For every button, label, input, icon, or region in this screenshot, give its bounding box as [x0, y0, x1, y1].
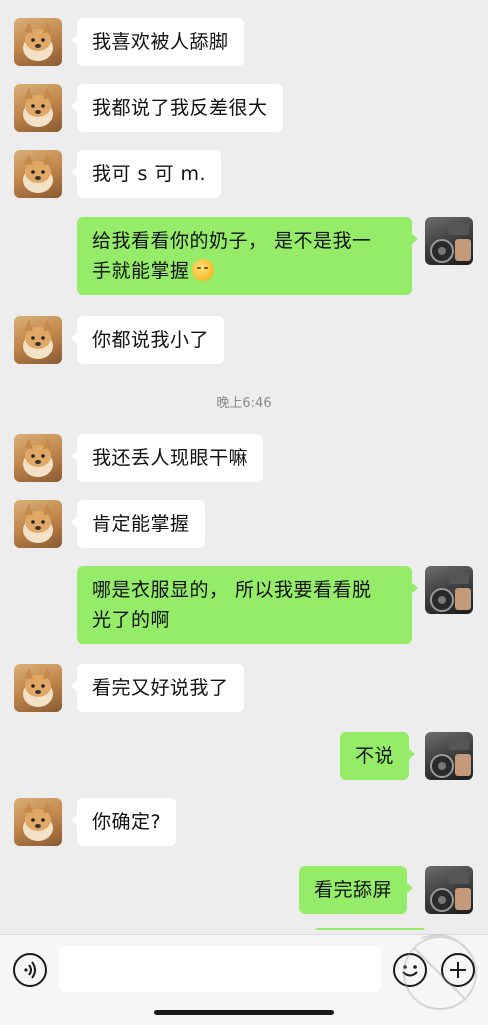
message-text-line: 给我看看你的奶子， 是不是我一 — [92, 230, 372, 252]
incoming-message[interactable]: 肯定能掌握 — [71, 500, 205, 548]
my-avatar[interactable] — [425, 217, 473, 265]
message-text: 肯定能掌握 — [92, 513, 190, 535]
my-avatar[interactable] — [425, 566, 473, 614]
contact-avatar[interactable] — [14, 798, 62, 846]
incoming-message[interactable]: 你都说我小了 — [70, 316, 225, 364]
contact-avatar[interactable] — [14, 316, 62, 364]
incoming-message[interactable]: 你确定? — [70, 798, 177, 846]
home-indicator — [154, 1010, 334, 1015]
contact-avatar[interactable] — [14, 18, 62, 66]
message-text: 不说 — [355, 745, 395, 767]
message-text-line: 手就能掌握 — [92, 256, 397, 286]
message-timestamp: 晚上6:46 — [216, 396, 272, 411]
contact-avatar[interactable] — [14, 434, 62, 482]
message-input[interactable] — [59, 946, 381, 992]
incoming-message[interactable]: 看完又好说我了 — [71, 664, 244, 712]
outgoing-message[interactable]: 哪是衣服显的， 所以我要看看脱 光了的啊 — [77, 566, 418, 644]
message-text: 我喜欢被人舔脚 — [92, 31, 229, 53]
outgoing-message[interactable]: 看完舔屏 — [299, 866, 414, 914]
message-text: 我还丢人现眼干嘛 — [92, 447, 249, 469]
voice-input-icon[interactable] — [13, 953, 47, 987]
message-text: 你确定? — [92, 811, 162, 833]
message-text: 我可 s 可 m. — [92, 163, 207, 185]
incoming-message[interactable]: 我可 s 可 m. — [70, 150, 222, 198]
contact-avatar[interactable] — [14, 500, 62, 548]
message-text: 看完又好说我了 — [92, 677, 229, 699]
my-avatar[interactable] — [425, 732, 473, 780]
watermark-logo — [403, 934, 477, 1010]
outgoing-message[interactable]: 不说 — [340, 732, 416, 780]
contact-avatar[interactable] — [14, 84, 62, 132]
message-text: 看完舔屏 — [314, 879, 393, 901]
hugging-face-emoji-icon — [191, 259, 214, 281]
my-avatar[interactable] — [425, 866, 473, 914]
message-text: 你都说我小了 — [92, 329, 210, 351]
message-text-line: 哪是衣服显的， 所以我要看看脱 — [92, 579, 372, 601]
contact-avatar[interactable] — [14, 664, 62, 712]
incoming-message[interactable]: 我喜欢被人舔脚 — [71, 18, 244, 66]
chat-message-list[interactable]: 我喜欢被人舔脚 我都说了我反差很大 我可 s 可 m. 给我看看你的奶子， 是不… — [0, 0, 488, 930]
incoming-message[interactable]: 我还丢人现眼干嘛 — [70, 434, 264, 482]
outgoing-message[interactable]: 给我看看你的奶子， 是不是我一 手就能掌握 — [77, 217, 418, 295]
message-text: 我都说了我反差很大 — [92, 97, 268, 119]
contact-avatar[interactable] — [14, 150, 62, 198]
incoming-message[interactable]: 我都说了我反差很大 — [71, 84, 283, 132]
message-text-line: 光了的啊 — [92, 609, 171, 631]
